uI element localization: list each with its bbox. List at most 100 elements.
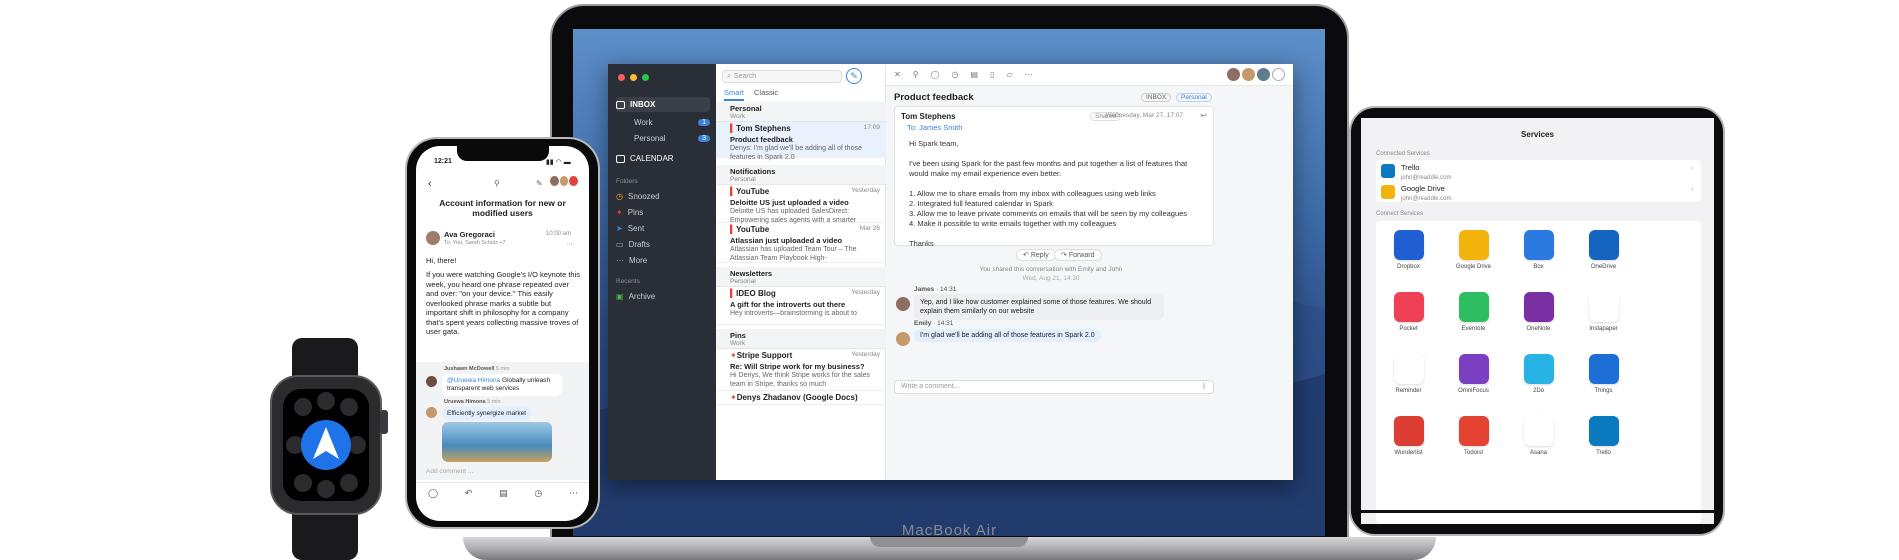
service-tile[interactable]: Google Drive [1441,230,1506,282]
avatar [896,297,910,311]
folder-icon[interactable]: ▱ [1006,70,1012,79]
section-newsletters[interactable]: Newsletters Personal [716,267,886,287]
more-icon[interactable]: ⋯ [569,488,578,499]
service-tile[interactable]: Wunderlist [1376,416,1441,468]
avatar [426,231,440,245]
email-to[interactable]: To: James Smith [907,123,962,132]
search-field[interactable]: ⌕ Search [722,70,842,83]
trash-icon[interactable]: ▯ [990,70,994,79]
service-tile[interactable]: Trello [1571,416,1636,468]
snooze-icon[interactable]: ◯ [931,70,940,79]
service-label: Things [1594,388,1613,394]
clock-icon[interactable]: ◷ [952,70,959,79]
sidebar-item-personal[interactable]: Personal 3 [616,131,710,146]
reply-icon[interactable]: ↩ [1200,111,1207,120]
comment-image[interactable] [442,422,552,462]
pin-icon[interactable]: ⚲ [913,70,919,79]
service-tile[interactable]: Box [1506,230,1571,282]
close-window-button[interactable] [618,74,625,81]
participants-avatars[interactable] [1227,68,1285,81]
zoom-window-button[interactable] [642,74,649,81]
service-tile[interactable]: Things [1571,354,1636,406]
watch-screen [283,389,369,501]
tab-smart[interactable]: Smart [724,88,745,101]
comment-input[interactable]: Write a comment... [894,380,1214,394]
section-pins[interactable]: Pins Work [716,329,886,349]
sidebar-item-archive[interactable]: ▣ Archive [616,289,710,304]
reply-button[interactable]: ↶ Reply [1016,249,1056,261]
sidebar-item-calendar[interactable]: CALENDAR [616,151,710,166]
spark-window: INBOX Work 1 Personal 3 CALENDAR Folders ◷… [608,64,1293,480]
inbox-tag[interactable]: INBOX [1141,93,1172,102]
comment-author: Uruewa Himona 5 min [444,399,501,405]
service-tile[interactable]: OneDrive [1571,230,1636,282]
email-from[interactable]: Tom Stephens [901,112,956,121]
empty-slot [1636,292,1701,344]
list-item[interactable]: ▍ YouTube Mar 26 Atlassian just uploaded a… [716,223,886,263]
service-tile[interactable]: Dropbox [1376,230,1441,282]
pin-icon: ✦ [730,351,737,360]
sidebar-item-more[interactable]: ⋯ More [616,253,710,268]
sidebar-item-pins[interactable]: ✦ Pins [616,205,710,220]
back-icon[interactable]: ‹ [428,178,432,190]
email-from[interactable]: Ava Gregoraci [444,230,495,239]
window-controls[interactable] [618,74,649,81]
forward-button[interactable]: ↷ Forward [1054,249,1102,261]
edit-icon[interactable]: ✎ [536,179,543,188]
comment-input[interactable]: Add comment ... [426,468,473,475]
minimize-window-button[interactable] [630,74,637,81]
personal-tag[interactable]: Personal [1176,93,1212,102]
service-tile[interactable]: 2Do [1506,354,1571,406]
attach-icon[interactable]: ⌇ [1202,382,1206,391]
sidebar-item-work[interactable]: Work 1 [616,115,710,130]
close-icon[interactable]: ✕ [894,70,901,79]
service-tile[interactable]: OneNote [1506,292,1571,344]
tab-classic[interactable]: Classic [754,88,778,97]
service-tile[interactable]: Asana [1506,416,1571,468]
list-item[interactable]: ✦ Stripe Support Yesterday Re: Will Stripe… [716,349,886,391]
omnifocus-icon [1458,354,1489,384]
participants-avatars[interactable] [550,176,579,188]
pin-icon[interactable]: ⚲ [494,179,500,188]
sidebar-item-inbox[interactable]: INBOX [616,97,710,112]
service-tile[interactable]: OmniFocus [1441,354,1506,406]
service-label: Wunderlist [1394,450,1423,456]
avatar [1242,68,1255,81]
compose-button[interactable]: ✎ [846,68,862,84]
service-tile[interactable]: Pocket [1376,292,1441,344]
avatar [569,176,579,186]
shared-note: You shared this conversation with Emily … [979,266,1123,273]
snooze-icon[interactable]: ◯ [428,488,438,499]
connected-item[interactable]: Google Drive john@readdle.com [1401,184,1451,202]
clock-icon[interactable]: ◷ [534,488,542,499]
service-tile[interactable]: Todoist [1441,416,1506,468]
section-personal[interactable]: Personal Work [716,102,886,122]
service-tile[interactable]: Instapaper [1571,292,1636,344]
reply-icon[interactable]: ↶ [465,488,473,499]
dropbox-icon [1393,230,1424,260]
sidebar-item-sent[interactable]: ➤ Sent [616,221,710,236]
sidebar-item-drafts[interactable]: ▭ Drafts [616,237,710,252]
list-item[interactable]: ▍ Tom Stephens 17:09 Product feedback Deny… [716,122,886,161]
sidebar-item-snoozed[interactable]: ◷ Snoozed [616,189,710,204]
service-tile[interactable]: Reminder [1376,354,1441,406]
archive-icon[interactable]: ▤ [971,70,979,79]
connect-header: Connect Services [1376,211,1424,217]
watch-crown[interactable] [380,410,388,434]
list-item[interactable]: ✦ Denys Zhadanov (Google Docs) [716,391,886,405]
service-tile[interactable]: Evernote [1441,292,1506,344]
more-icon[interactable]: ⋯ [1025,70,1033,79]
box-icon [1523,230,1554,260]
comment-author: James · 14:31 [914,286,957,293]
section-notifications[interactable]: Notifications Personal [716,165,886,185]
archive-icon[interactable]: ▤ [499,488,508,499]
avatar [550,176,559,186]
service-label: Google Drive [1455,264,1491,270]
email-date: Wednesday, Mar 27, 17:07 [1105,112,1183,119]
list-item[interactable]: ▍ IDEO Blog Yesterday A gift for the intro… [716,287,886,325]
iphone-notch [457,145,549,161]
drafts-icon: ▭ [616,240,624,249]
more-icon[interactable]: ⋯ [566,240,573,248]
connected-item[interactable]: Trello john@readdle.com [1401,163,1451,181]
list-item[interactable]: ▍ YouTube Yesterday Deloitte US just uploa… [716,185,886,224]
